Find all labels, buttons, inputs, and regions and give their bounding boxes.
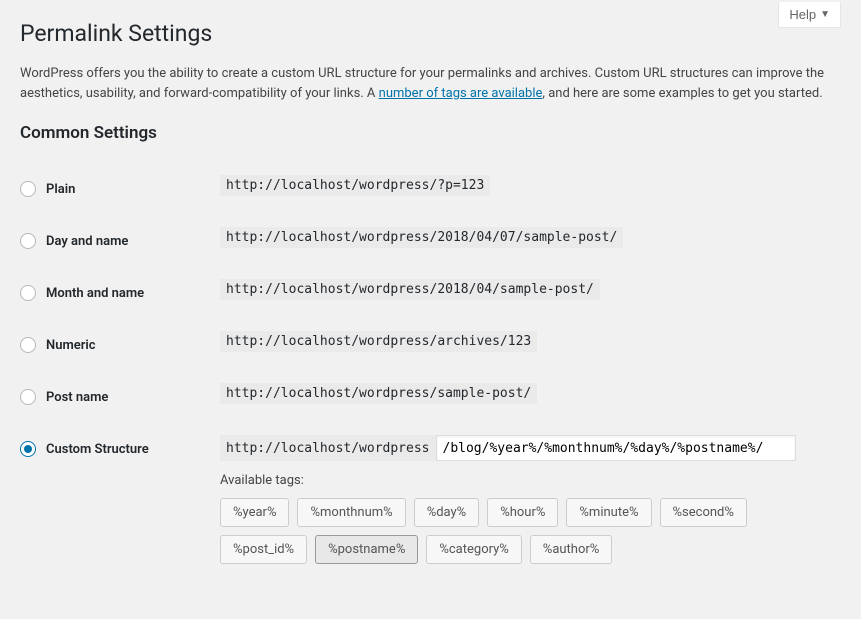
custom-prefix: http://localhost/wordpress	[220, 435, 436, 461]
available-tags: %year% %monthnum% %day% %hour% %minute% …	[220, 498, 780, 564]
tag-monthnum[interactable]: %monthnum%	[297, 498, 405, 527]
tags-available-link[interactable]: number of tags are available	[379, 86, 543, 101]
radio-day-name[interactable]: Day and name	[20, 233, 210, 249]
available-tags-label: Available tags:	[220, 473, 831, 488]
radio-input-day-name[interactable]	[20, 233, 36, 249]
radio-post-name[interactable]: Post name	[20, 389, 210, 405]
help-button-label: Help	[789, 7, 816, 22]
tag-author[interactable]: %author%	[530, 535, 613, 564]
radio-label-plain: Plain	[46, 182, 75, 197]
radio-numeric[interactable]: Numeric	[20, 337, 210, 353]
caret-down-icon: ▼	[820, 9, 830, 20]
example-month-name: http://localhost/wordpress/2018/04/sampl…	[220, 279, 600, 300]
radio-input-plain[interactable]	[20, 181, 36, 197]
radio-label-day-name: Day and name	[46, 234, 128, 249]
tag-day[interactable]: %day%	[414, 498, 480, 527]
radio-custom[interactable]: Custom Structure	[20, 441, 210, 457]
example-post-name: http://localhost/wordpress/sample-post/	[220, 383, 537, 404]
tag-post-id[interactable]: %post_id%	[220, 535, 307, 564]
custom-structure-input[interactable]	[436, 435, 796, 461]
radio-input-month-name[interactable]	[20, 285, 36, 301]
example-numeric: http://localhost/wordpress/archives/123	[220, 331, 537, 352]
radio-input-post-name[interactable]	[20, 389, 36, 405]
tag-minute[interactable]: %minute%	[566, 498, 651, 527]
radio-label-month-name: Month and name	[46, 286, 144, 301]
tag-postname[interactable]: %postname%	[315, 535, 418, 564]
tag-second[interactable]: %second%	[660, 498, 747, 527]
radio-label-post-name: Post name	[46, 390, 108, 405]
tag-hour[interactable]: %hour%	[487, 498, 558, 527]
radio-month-name[interactable]: Month and name	[20, 285, 210, 301]
common-settings-heading: Common Settings	[20, 123, 841, 143]
radio-input-numeric[interactable]	[20, 337, 36, 353]
tag-year[interactable]: %year%	[220, 498, 289, 527]
radio-plain[interactable]: Plain	[20, 181, 210, 197]
radio-label-numeric: Numeric	[46, 338, 96, 353]
radio-input-custom[interactable]	[20, 441, 36, 457]
tag-category[interactable]: %category%	[426, 535, 521, 564]
radio-label-custom: Custom Structure	[46, 442, 149, 457]
example-plain: http://localhost/wordpress/?p=123	[220, 175, 490, 196]
help-button[interactable]: Help ▼	[778, 2, 841, 28]
page-description: WordPress offers you the ability to crea…	[20, 64, 841, 103]
example-day-name: http://localhost/wordpress/2018/04/07/sa…	[220, 227, 623, 248]
page-title: Permalink Settings	[20, 0, 841, 56]
